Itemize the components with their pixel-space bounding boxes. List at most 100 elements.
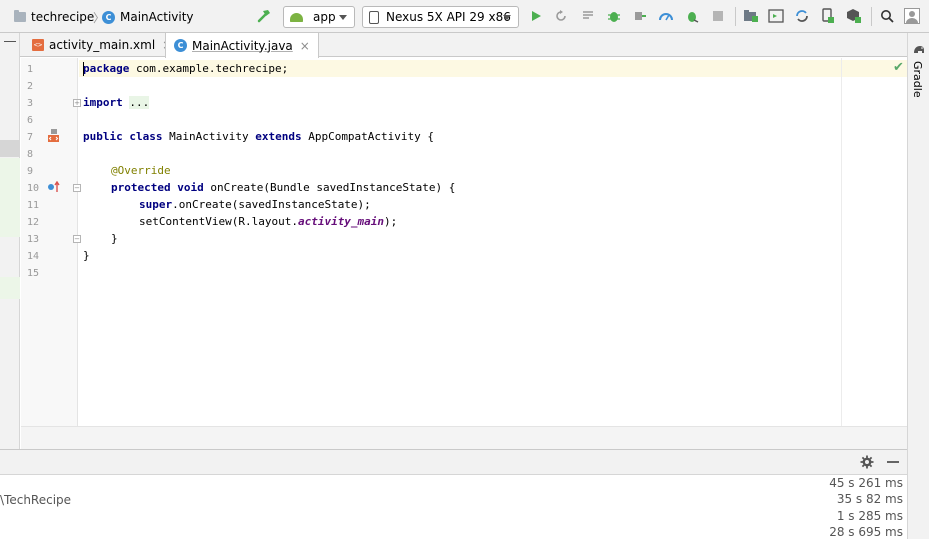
chevron-down-icon (339, 15, 347, 20)
sync-gradle-icon[interactable] (794, 8, 810, 24)
sdk-manager-icon[interactable] (846, 8, 862, 24)
build-timing: 1 s 285 ms (836, 509, 903, 523)
text-caret (83, 62, 84, 76)
build-timing: 28 s 695 ms (829, 525, 903, 539)
build-root-label[interactable]: \TechRecipe (0, 493, 71, 507)
user-avatar-icon[interactable] (904, 8, 920, 24)
debug-icon[interactable] (606, 8, 622, 24)
code-text: com.example.techrecipe; (129, 62, 289, 75)
build-timing: 45 s 261 ms (829, 476, 903, 490)
right-tool-stripe-bottom (907, 449, 929, 539)
tab-activity-main-xml[interactable]: <> activity_main.xml × (24, 33, 180, 57)
stop-icon[interactable] (710, 8, 726, 24)
stripe-highlight (0, 140, 20, 157)
attach-debugger-icon[interactable] (632, 8, 648, 24)
build-output-panel: \TechRecipe 45 s 261 ms 35 s 82 ms 1 s 2… (0, 475, 907, 539)
inspection-ok-check-icon[interactable]: ✔ (893, 60, 904, 75)
code-text: setContentView(R.layout. (139, 215, 298, 228)
project-structure-icon[interactable] (743, 8, 759, 24)
breadcrumb-project[interactable]: techrecipe (14, 9, 94, 25)
line-number: 12 (27, 217, 40, 228)
xml-layout-icon: <> (32, 39, 44, 51)
collapse-stripe-icon[interactable] (4, 41, 16, 42)
apply-changes-restart-icon[interactable] (553, 8, 569, 24)
code-editor[interactable]: 1 2 3 6 7 8 9 10 11 12 13 14 15 + − − pa… (21, 58, 907, 426)
class-icon: C (102, 10, 115, 24)
attach-process-icon[interactable] (684, 8, 700, 24)
folded-imports[interactable]: ... (129, 96, 150, 109)
code-line-14: } (83, 247, 90, 264)
layout-link-icon[interactable] (47, 129, 60, 142)
breadcrumb-file-label: MainActivity (120, 10, 194, 24)
line-number: 7 (27, 132, 34, 143)
keyword: void (177, 181, 204, 194)
keyword: super (139, 198, 173, 211)
keyword: protected (111, 181, 171, 194)
right-margin-guide (841, 58, 842, 426)
code-text: .onCreate(savedInstanceState); (172, 198, 371, 211)
code-text: } (83, 249, 90, 262)
device-label: Nexus 5X API 29 x86 (386, 10, 511, 24)
gradle-elephant-icon[interactable] (913, 43, 925, 55)
build-timing: 35 s 82 ms (836, 492, 903, 506)
line-number: 8 (27, 149, 34, 160)
code-text: onCreate(Bundle savedInstanceState) { (203, 181, 456, 194)
line-number: 1 (27, 64, 34, 75)
minimize-icon[interactable] (885, 454, 901, 470)
make-project-icon[interactable] (256, 8, 272, 24)
editor-gutter: 1 2 3 6 7 8 9 10 11 12 13 14 15 + − − (21, 58, 81, 426)
line-number: 10 (27, 183, 40, 194)
line-number: 6 (27, 115, 34, 126)
breadcrumb-file[interactable]: C MainActivity (102, 9, 194, 25)
code-line-11: super.onCreate(savedInstanceState); (139, 196, 371, 213)
tab-label: activity_main.xml (49, 38, 156, 52)
line-number: 11 (27, 200, 40, 211)
profile-icon[interactable] (658, 8, 674, 24)
close-icon[interactable]: × (300, 39, 310, 53)
run-icon[interactable] (528, 8, 544, 24)
android-studio-window: techrecipe 〉 C MainActivity app Nexus 5X… (0, 0, 929, 539)
code-area[interactable]: package com.example.techrecipe; import .… (79, 58, 907, 426)
folder-icon (14, 10, 26, 22)
avd-manager-icon[interactable] (820, 8, 836, 24)
line-number: 14 (27, 251, 40, 262)
line-number: 2 (27, 81, 34, 92)
toolbar-separator (735, 7, 736, 26)
right-tool-stripe: Gradle (907, 33, 929, 449)
keyword: import (83, 96, 123, 109)
run-anything-icon[interactable] (768, 8, 784, 24)
code-line-13: } (111, 230, 118, 247)
device-dropdown[interactable]: Nexus 5X API 29 x86 (362, 6, 519, 28)
apply-code-changes-icon[interactable] (580, 8, 596, 24)
line-number: 9 (27, 166, 34, 177)
code-line-1: package com.example.techrecipe; (83, 60, 288, 77)
gear-icon[interactable] (859, 454, 875, 470)
code-line-3: import ... (83, 94, 150, 111)
left-tool-stripe (0, 33, 20, 449)
stripe-changed-region (0, 158, 20, 237)
gradle-tool-window-button[interactable]: Gradle (911, 61, 924, 98)
tab-mainactivity-java[interactable]: C MainActivity.java × (165, 33, 319, 58)
device-icon (369, 10, 379, 24)
run-config-dropdown[interactable]: app (283, 6, 355, 28)
line-number: 3 (27, 98, 34, 109)
toolbar-separator (871, 7, 872, 26)
override-method-icon[interactable] (47, 180, 60, 192)
tab-label: MainActivity.java (192, 38, 293, 53)
line-number: 13 (27, 234, 40, 245)
stripe-changed-region (0, 277, 20, 299)
breadcrumb-project-label: techrecipe (31, 10, 95, 24)
keyword: public (83, 130, 123, 143)
search-icon[interactable] (879, 8, 895, 24)
code-line-7: public class MainActivity extends AppCom… (83, 128, 434, 145)
line-number: 15 (27, 268, 40, 279)
code-line-12: setContentView(R.layout.activity_main); (139, 213, 397, 230)
field-reference: activity_main (297, 215, 385, 228)
code-text: MainActivity (162, 130, 256, 143)
class-icon: C (174, 39, 187, 52)
keyword: class (129, 130, 163, 143)
keyword: package (83, 62, 130, 75)
editor-breadcrumb-bar (21, 426, 907, 449)
code-line-10: protected void onCreate(Bundle savedInst… (111, 179, 455, 196)
code-line-9: @Override (111, 162, 171, 179)
